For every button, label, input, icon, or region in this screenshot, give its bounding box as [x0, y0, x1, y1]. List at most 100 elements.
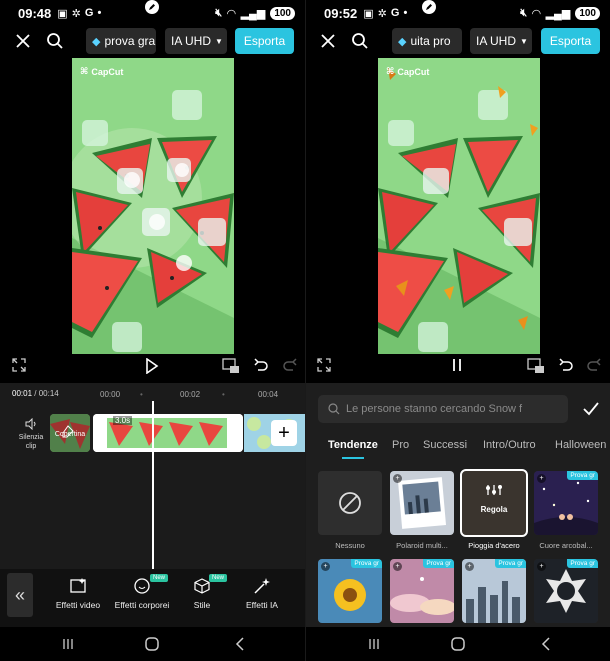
status-time: 09:48 [18, 5, 52, 21]
notification-icon: ▣ [57, 7, 68, 20]
edit-pencil-icon[interactable] [422, 0, 436, 14]
battery-indicator: 100 [575, 6, 600, 20]
keyframe-on-icon[interactable] [222, 358, 240, 374]
video-clip[interactable]: 3.0s [93, 414, 243, 452]
try-pro-chip[interactable]: ◆ uita pro [392, 28, 462, 54]
adjust-overlay-label: Regola [480, 505, 508, 514]
export-button[interactable]: Esporta [235, 28, 294, 54]
tick-dot: • [222, 390, 225, 399]
add-effect-icon: + [393, 562, 402, 571]
editor-top-bar: ◆ uita pro IA UHD ▼ Esporta [306, 28, 610, 54]
effects-panel: Le persone stanno cercando Snow f | Tend… [306, 383, 610, 627]
redo-icon[interactable] [587, 358, 601, 372]
tool-label: Effetti video [55, 600, 101, 610]
tab-intro-outro[interactable]: Intro/Outro [483, 439, 536, 451]
caret-down-icon: ▼ [215, 36, 223, 46]
keyframe-on-icon[interactable] [527, 358, 545, 374]
effect-label: Nessuno [335, 541, 365, 550]
edit-pencil-icon[interactable] [145, 0, 159, 14]
prohibited-icon [339, 492, 361, 514]
tab-pro[interactable]: Pro [392, 439, 409, 451]
add-clip-button[interactable]: + [271, 420, 297, 446]
effect-row2-2[interactable]: Prova gr + [390, 559, 454, 623]
bottom-toolbar: « Effetti video Effetti corporei New Sti… [0, 569, 305, 627]
undo-icon[interactable] [559, 358, 573, 372]
time-tick: 00:02 [180, 390, 201, 399]
effects-search-input[interactable]: Le persone stanno cercando Snow f [318, 395, 568, 423]
try-pro-label: prova gra [104, 34, 156, 48]
collapse-toolbar-button[interactable]: « [7, 573, 33, 617]
quality-dropdown[interactable]: IA UHD ▼ [470, 28, 532, 54]
diamond-icon: ◆ [398, 35, 407, 48]
fullscreen-icon[interactable] [317, 358, 331, 372]
time-tick: 00:04 [258, 390, 279, 399]
timeline[interactable]: 00:01 / 00:14 00:00 • 00:02 • 00:04 Sile… [0, 383, 305, 569]
tool-ai-effects[interactable]: Effetti IA [232, 575, 292, 610]
video-preview[interactable]: ⌘ CapCut [72, 58, 234, 354]
play-icon[interactable] [145, 358, 159, 374]
quality-dropdown[interactable]: IA UHD ▼ [165, 28, 227, 54]
recent-apps-icon[interactable] [364, 634, 384, 654]
add-effect-icon: + [321, 562, 330, 571]
add-effect-icon: + [537, 562, 546, 571]
new-badge: New [150, 574, 169, 582]
pinwheel-icon: ✲ [377, 7, 387, 20]
capcut-logo-icon: ⌘ [386, 66, 395, 76]
search-icon[interactable] [44, 30, 66, 52]
notification-icon: ▣ [363, 7, 374, 20]
try-pro-chip[interactable]: ◆ prova gra [86, 28, 156, 54]
effect-rainbow-heart[interactable]: Prova gr + [534, 471, 598, 535]
effects-tabs: | Tendenze Pro Successi Intro/Outro Hall… [306, 433, 610, 459]
try-badge: Prova gr [495, 559, 526, 568]
effect-none[interactable] [318, 471, 382, 535]
search-icon[interactable] [349, 30, 371, 52]
new-badge: New [209, 574, 228, 582]
effect-row2-4[interactable]: Prova gr + [534, 559, 598, 623]
confirm-check-icon[interactable] [579, 397, 603, 421]
clip-duration: 3.0s [113, 416, 133, 425]
quality-label: IA UHD [476, 34, 517, 48]
maple-rain-thumbnail [462, 471, 526, 535]
cover-button[interactable]: Copertina [50, 414, 90, 452]
home-icon[interactable] [142, 634, 162, 654]
tab-hits[interactable]: Successi [423, 439, 467, 451]
search-placeholder: Le persone stanno cercando Snow f [346, 403, 523, 415]
back-icon[interactable] [230, 634, 250, 654]
signal-icon: ▂▄▆ [240, 7, 266, 20]
tool-video-effects[interactable]: Effetti video [48, 575, 108, 610]
right-screenshot: 09:52 ▣ ✲ G • 🔇︎ ◠ ▂▄▆ 100 ◆ uita pro IA… [305, 0, 610, 661]
recent-apps-icon[interactable] [58, 634, 78, 654]
status-time: 09:52 [324, 5, 358, 21]
close-icon[interactable] [317, 30, 339, 52]
back-icon[interactable] [536, 634, 556, 654]
effect-label: Cuore arcobal... [539, 541, 593, 550]
status-bar: 09:52 ▣ ✲ G • 🔇︎ ◠ ▂▄▆ 100 [306, 0, 610, 26]
effect-row2-3[interactable]: Prova gr + [462, 559, 526, 623]
fullscreen-icon[interactable] [12, 358, 26, 372]
effect-row2-1[interactable]: Prova gr + [318, 559, 382, 623]
cover-label: Copertina [54, 431, 86, 438]
body-effects-icon [134, 578, 150, 594]
close-icon[interactable] [12, 30, 34, 52]
android-nav-bar [306, 627, 610, 661]
tab-trending[interactable]: Tendenze [328, 439, 378, 451]
magic-wand-icon [254, 578, 270, 594]
effect-maple-rain[interactable]: Regola [460, 469, 528, 537]
add-effect-icon: + [537, 474, 546, 483]
active-tab-underline [342, 457, 364, 459]
redo-icon[interactable] [283, 358, 297, 372]
watermelon-image-with-leaves [378, 58, 540, 354]
home-icon[interactable] [448, 634, 468, 654]
pause-icon[interactable] [451, 358, 463, 372]
undo-icon[interactable] [254, 358, 268, 372]
timecode-total: / 00:14 [34, 389, 59, 398]
mute-clip-button[interactable]: Silenzia clip [14, 417, 48, 451]
video-preview[interactable]: ⌘ CapCut [378, 58, 540, 354]
effect-polaroid-multi[interactable]: + [390, 471, 454, 535]
export-button[interactable]: Esporta [541, 28, 600, 54]
tab-halloween[interactable]: Halloween [555, 439, 606, 451]
try-badge: Prova gr [423, 559, 454, 568]
playhead[interactable] [152, 401, 154, 569]
tool-label: Effetti IA [246, 600, 278, 610]
quality-label: IA UHD [171, 34, 212, 48]
